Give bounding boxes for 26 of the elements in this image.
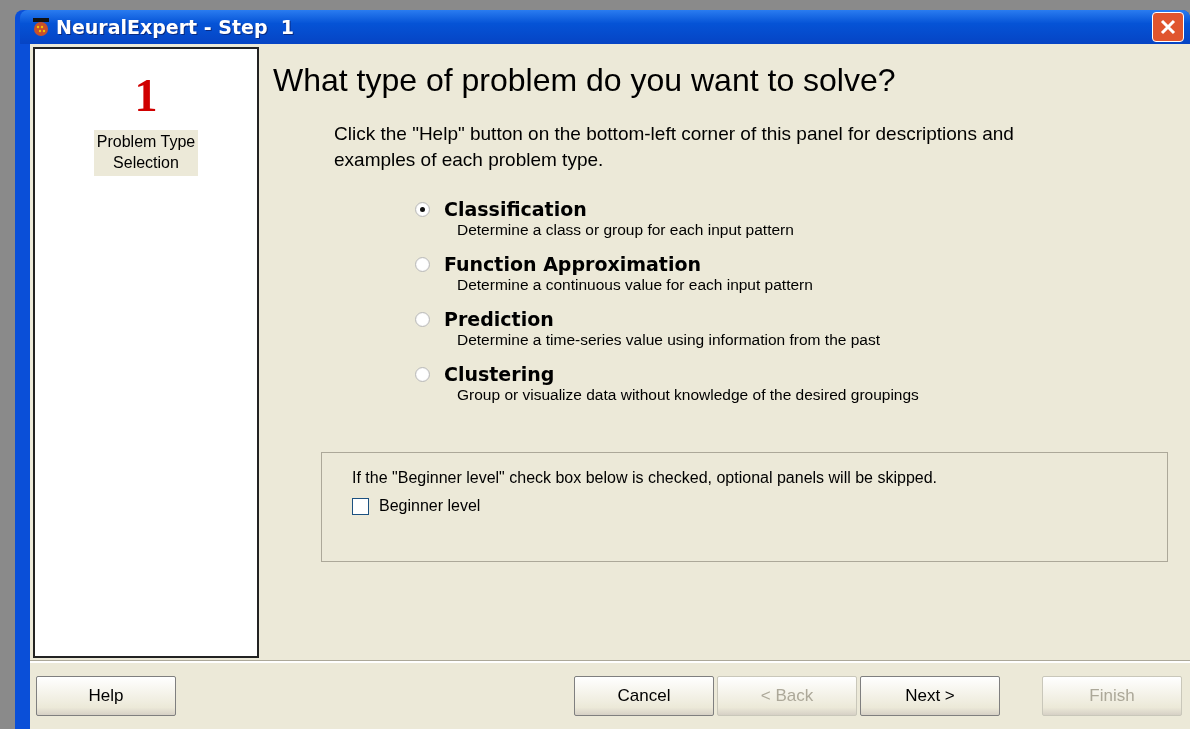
option-label[interactable]: Clustering (444, 363, 555, 386)
radio-button[interactable] (415, 256, 430, 272)
option-description: Determine a time-series value using information from the past (457, 331, 880, 349)
option-description: Determine a continuous value for each input pattern (457, 276, 813, 294)
step-label: Problem Type Selection (94, 130, 198, 176)
checkbox[interactable] (352, 497, 369, 515)
checkbox-label[interactable]: Beginner level (379, 497, 481, 516)
step-number: 1 (134, 69, 158, 122)
page-heading: What type of problem do you want to solve? (273, 62, 897, 99)
radio-button[interactable] (415, 201, 430, 217)
radio-button[interactable] (415, 311, 430, 327)
footer-button[interactable]: Help (36, 676, 176, 716)
app-icon (30, 17, 52, 37)
option-description: Determine a class or group for each input pattern (457, 221, 794, 239)
window-title: NeuralExpert - Step 1 (56, 16, 294, 38)
beginner-note: If the "Beginner level" check box below is checked, optional panels will be skipped. (352, 469, 939, 488)
footer-button[interactable]: Next > (860, 676, 1000, 716)
close-icon[interactable] (1159, 18, 1177, 36)
option-label[interactable]: Classification (444, 198, 587, 221)
option-description: Group or visualize data without knowledge of the desired groupings (457, 386, 919, 404)
option-label[interactable]: Function Approximation (444, 253, 702, 276)
footer-button[interactable]: Cancel (574, 676, 714, 716)
close-button[interactable] (1152, 12, 1184, 42)
instructions-text: Click the "Help" button on the bottom-left corner of this panel for descriptions and examples of each problem type. (334, 122, 1015, 172)
radio-button[interactable] (415, 366, 430, 382)
option-label[interactable]: Prediction (444, 308, 554, 331)
